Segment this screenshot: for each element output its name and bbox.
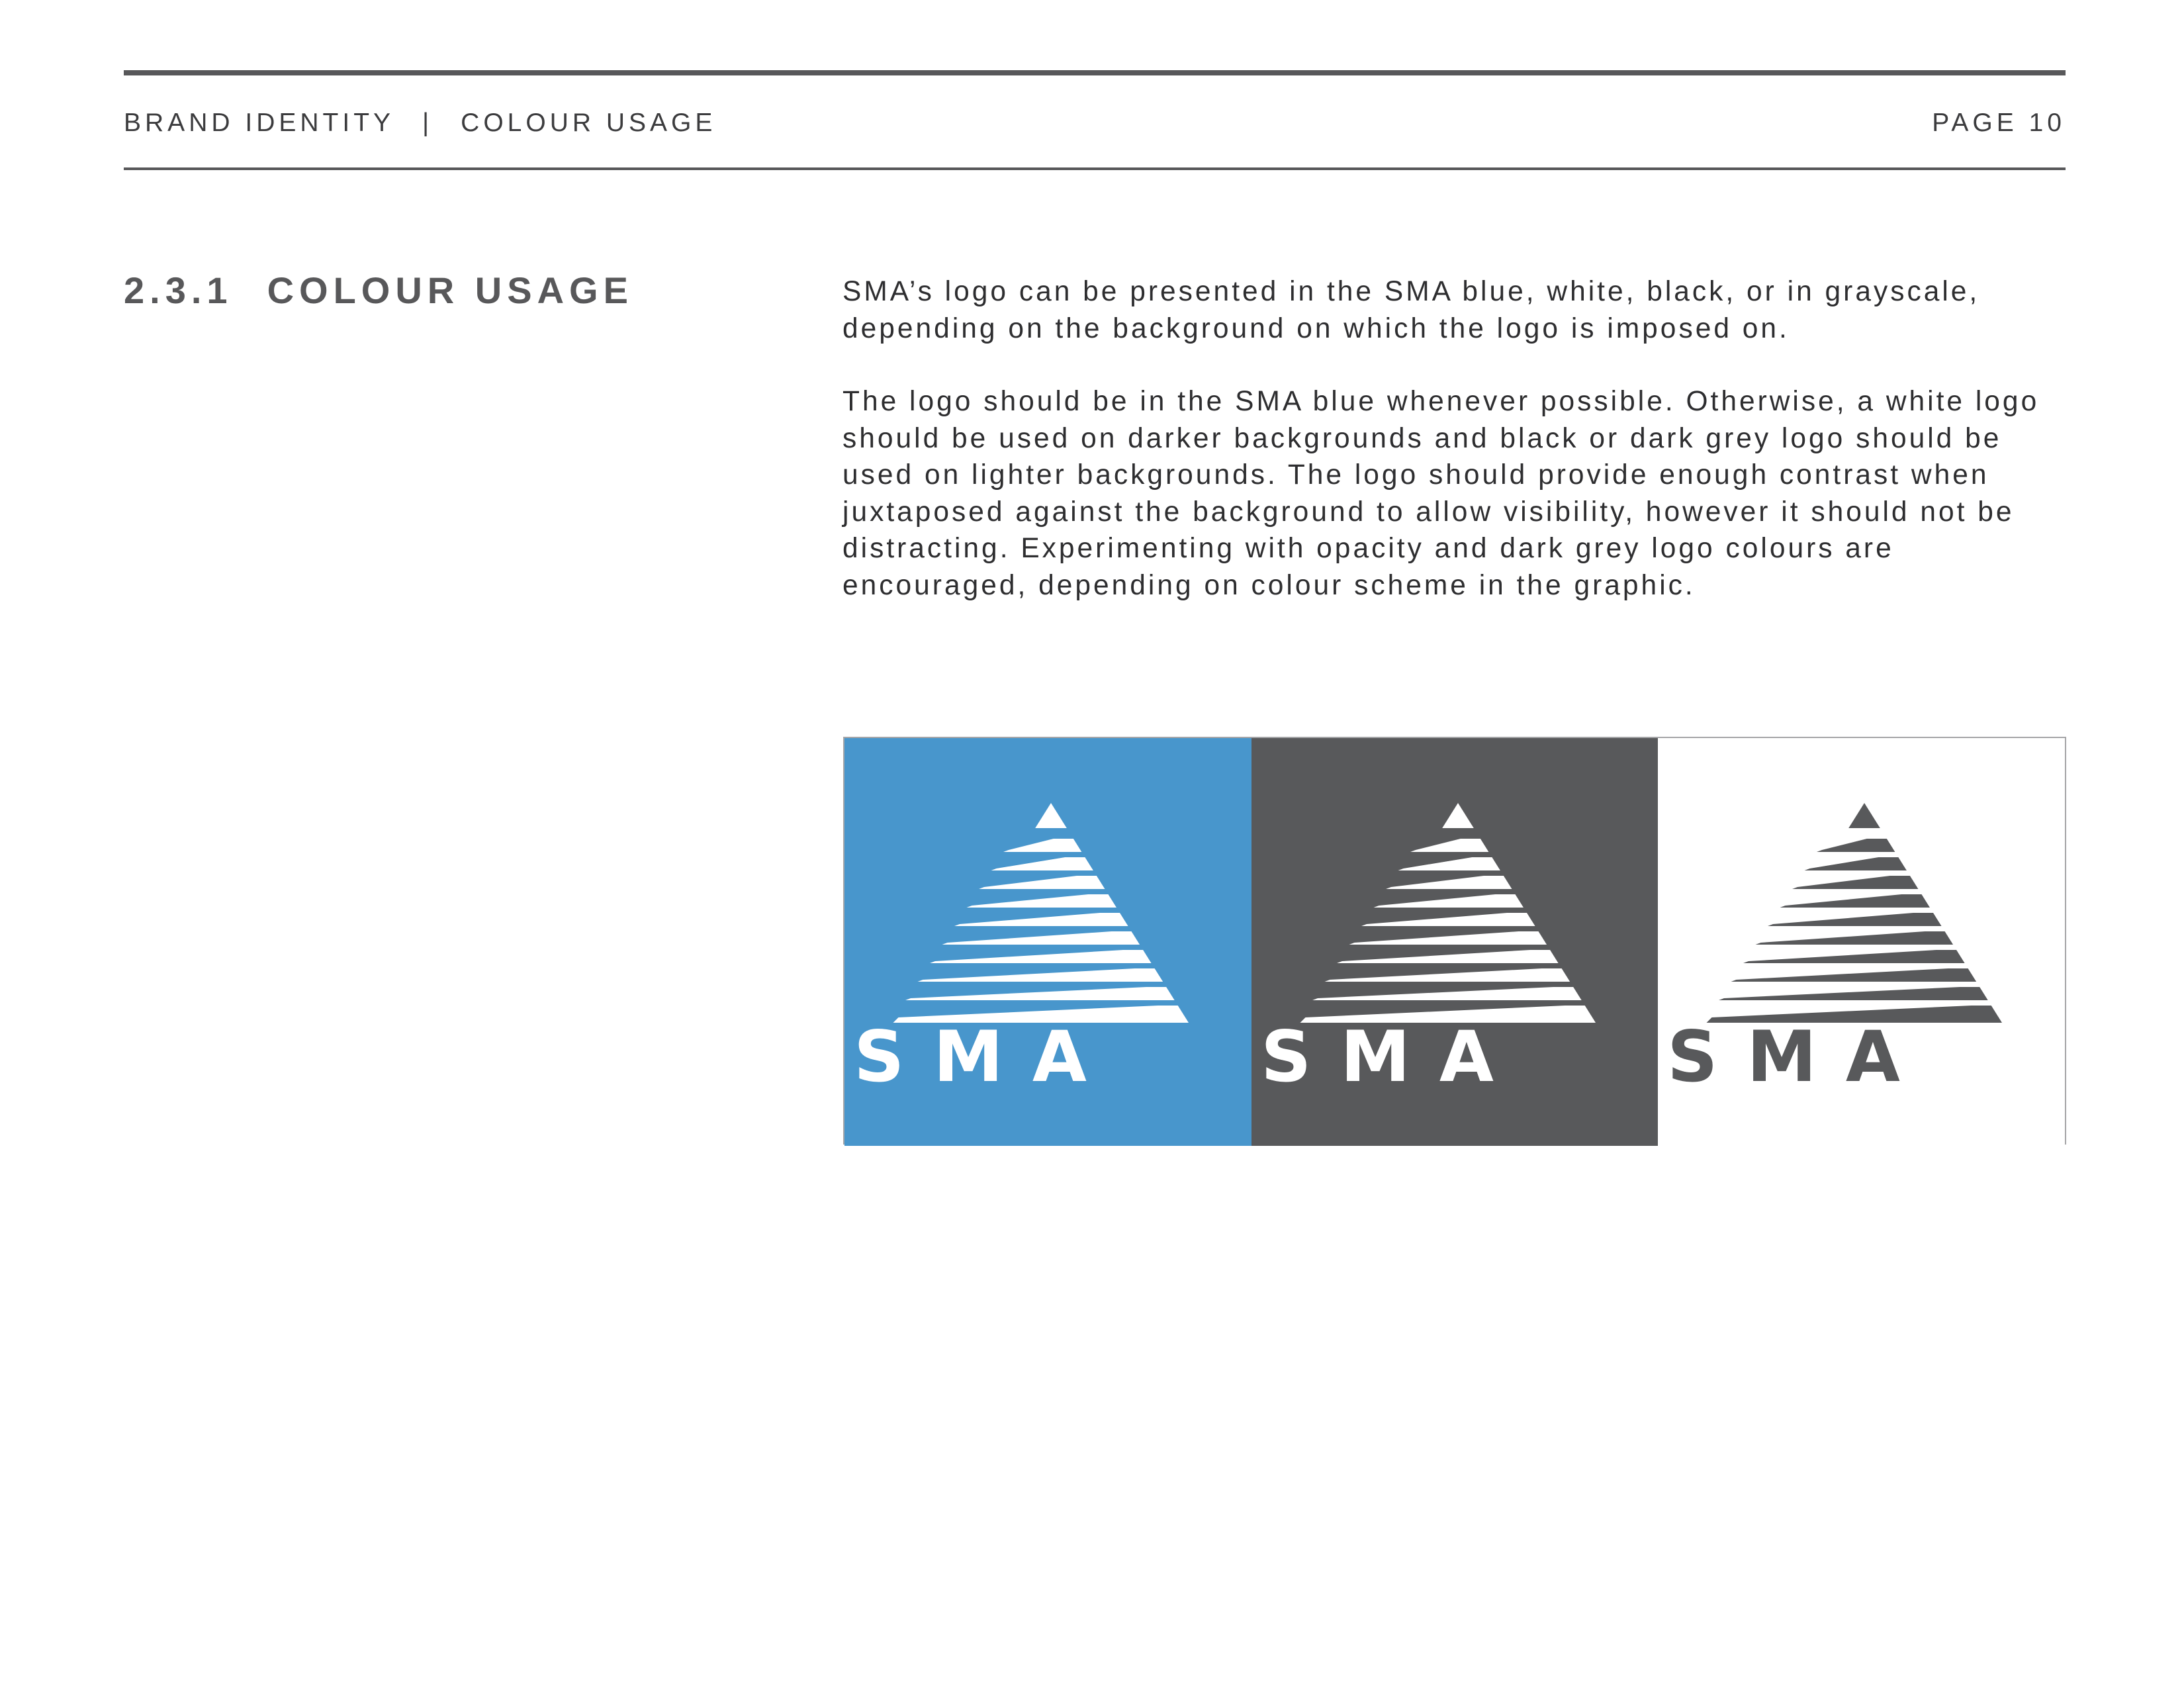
sma-wordmark: SMA [1667,1016,1929,1098]
sma-wordmark: SMA [854,1016,1116,1098]
triangle-stripe-shape [991,857,1093,870]
page-number: PAGE 10 [1932,109,2066,137]
sma-triangle-icon [1300,803,1596,1023]
triangle-stripe-shape [1410,839,1489,852]
breadcrumb-sub: COLOUR USAGE [461,109,717,137]
triangle-stripe-shape [1385,876,1512,889]
triangle-stripe-shape [979,876,1105,889]
triangle-tip-shape [1035,803,1067,828]
section-title: COLOUR USAGE [267,269,633,311]
triangle-stripe-shape [1373,894,1524,908]
sma-triangle-icon [1706,803,2003,1023]
header-bottom-rule [124,167,2066,170]
body-paragraph-1: SMA’s logo can be presented in the SMA b… [842,276,1980,344]
triangle-stripe-shape [1336,950,1559,963]
triangle-stripe-shape [1349,931,1547,945]
triangle-tip-shape [1848,803,1881,828]
triangle-stripe-shape [1743,950,1965,963]
triangle-stripe-shape [1003,839,1082,852]
triangle-stripe-shape [1312,987,1582,1000]
breadcrumb-main: BRAND IDENTITY [124,109,395,137]
logo-panel-white: SMA [1658,738,2066,1146]
triangle-stripe-shape [1755,931,1954,945]
triangle-stripe-shape [1324,968,1570,982]
section-heading: 2.3.1 COLOUR USAGE [124,267,633,314]
header-top-rule [124,70,2066,75]
page-header: BRAND IDENTITY | COLOUR USAGE PAGE 10 [124,105,2066,142]
triangle-stripe-shape [1398,857,1500,870]
triangle-stripe-shape [1719,987,1989,1000]
sma-logo-grey-on-white: SMA [1667,803,2003,1098]
logo-panel-dark-grey: SMA [1251,738,1659,1146]
section-number: 2.3.1 [124,269,233,311]
sma-logo-white-on-blue: SMA [854,803,1189,1098]
breadcrumb-separator: | [422,109,433,137]
triangle-stripe-shape [954,913,1128,926]
triangle-tip-shape [1441,803,1474,828]
triangle-stripe-shape [905,987,1175,1000]
sma-wordmark: SMA [1261,1016,1523,1098]
triangle-stripe-shape [917,968,1163,982]
triangle-stripe-shape [1817,839,1895,852]
triangle-stripe-shape [1780,894,1931,908]
triangle-stripe-shape [1792,876,1919,889]
body-copy: SMA’s logo can be presented in the SMA b… [842,273,2073,640]
triangle-stripe-shape [1361,913,1535,926]
triangle-stripe-shape [966,894,1116,908]
sma-logo-white-on-grey: SMA [1261,803,1596,1098]
triangle-stripe-shape [1804,857,1907,870]
triangle-stripe-shape [930,950,1152,963]
logo-panel-blue: SMA [844,738,1251,1146]
triangle-stripe-shape [942,931,1140,945]
triangle-stripe-shape [1768,913,1942,926]
breadcrumb: BRAND IDENTITY | COLOUR USAGE [124,105,716,142]
triangle-stripe-shape [1731,968,1977,982]
sma-triangle-icon [893,803,1189,1023]
body-paragraph-2: The logo should be in the SMA blue whene… [842,386,2040,601]
logo-colour-panels: SMA SMA SMA [843,737,2066,1146]
